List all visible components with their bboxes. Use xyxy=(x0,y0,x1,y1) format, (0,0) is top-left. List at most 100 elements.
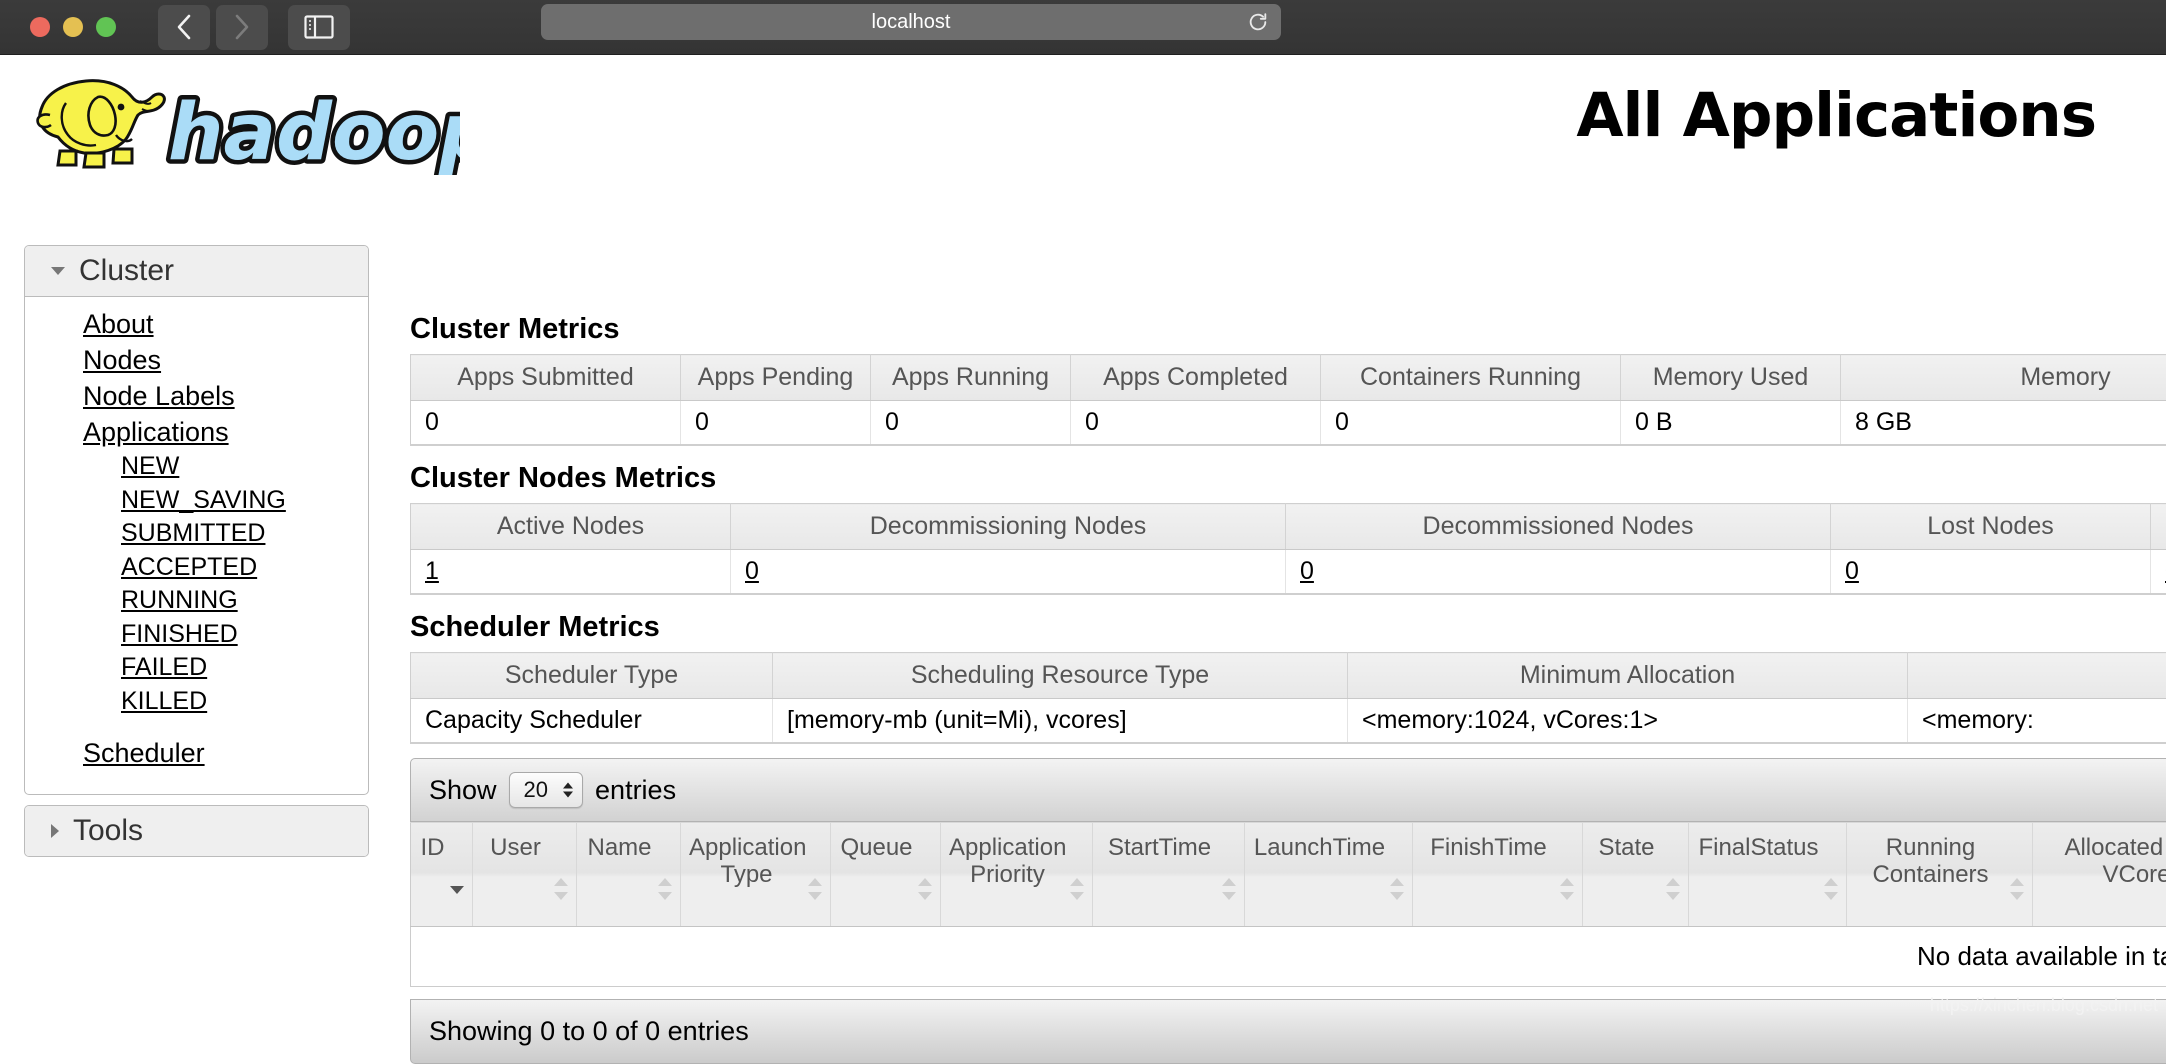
col-application-type-label: Application Type xyxy=(689,835,822,889)
val-lost-nodes[interactable]: 0 xyxy=(1831,550,2151,595)
col-user[interactable]: User xyxy=(473,823,577,927)
scheduler-metrics-title: Scheduler Metrics xyxy=(410,611,2166,644)
table-header-row: Active Nodes Decommissioning Nodes Decom… xyxy=(411,504,2166,550)
val-decommissioned-nodes[interactable]: 0 xyxy=(1286,550,1831,595)
address-bar[interactable]: localhost xyxy=(541,4,1281,40)
col-finish-time[interactable]: FinishTime xyxy=(1413,823,1583,927)
applications-datatable: Show 20 entries ID xyxy=(410,758,2166,1064)
maximize-window-button[interactable] xyxy=(96,17,116,37)
scheduler-metrics-table: Scheduler Type Scheduling Resource Type … xyxy=(410,652,2166,744)
val-scheduler-type: Capacity Scheduler xyxy=(411,699,773,744)
minimize-window-button[interactable] xyxy=(63,17,83,37)
table-row: 1 0 0 0 0 xyxy=(411,550,2166,595)
col-running-containers-label: Running Containers xyxy=(1855,835,2024,889)
sidebar-item-nodes[interactable]: Nodes xyxy=(25,343,368,379)
chevron-right-icon xyxy=(51,824,59,838)
masthead: hadoop hadoop All Applications xyxy=(0,55,2166,175)
col-id[interactable]: ID xyxy=(411,823,473,927)
sidebar-item-new[interactable]: NEW xyxy=(25,450,368,484)
page-size-select[interactable]: 20 xyxy=(509,772,583,808)
hadoop-logo: hadoop hadoop xyxy=(20,63,460,175)
sidebar-item-submitted[interactable]: SUBMITTED xyxy=(25,517,368,551)
sort-icon xyxy=(2010,878,2024,900)
datatable-empty-message: No data available in table xyxy=(410,927,2166,987)
sidebar-item-running[interactable]: RUNNING xyxy=(25,584,368,618)
decommissioned-nodes-link[interactable]: 0 xyxy=(1300,557,1314,585)
sidebar-item-about[interactable]: About xyxy=(25,307,368,343)
col-start-time[interactable]: StartTime xyxy=(1093,823,1245,927)
col-queue[interactable]: Queue xyxy=(831,823,941,927)
table-header-row: Apps Submitted Apps Pending Apps Running… xyxy=(411,355,2166,401)
col-id-label: ID xyxy=(419,835,464,862)
val-decommissioning-nodes[interactable]: 0 xyxy=(731,550,1286,595)
close-window-button[interactable] xyxy=(30,17,50,37)
sort-icon xyxy=(918,878,932,900)
sidebar-item-node-labels[interactable]: Node Labels xyxy=(25,379,368,415)
navigation-buttons xyxy=(158,5,268,50)
val-minimum-allocation: <memory:1024, vCores:1> xyxy=(1348,699,1908,744)
val-containers-running: 0 xyxy=(1321,401,1621,446)
decommissioning-nodes-link[interactable]: 0 xyxy=(745,557,759,585)
show-sidebar-button[interactable] xyxy=(288,5,350,50)
sidebar-item-failed[interactable]: FAILED xyxy=(25,651,368,685)
sort-icon xyxy=(1666,878,1680,900)
lost-nodes-link[interactable]: 0 xyxy=(1845,557,1859,585)
reload-icon[interactable] xyxy=(1247,11,1269,33)
sidebar-spacer xyxy=(25,718,368,736)
col-maximum-allocation xyxy=(1908,653,2166,699)
col-state[interactable]: State xyxy=(1583,823,1689,927)
svg-text:hadoop: hadoop xyxy=(168,88,460,175)
val-scheduling-resource-type: [memory-mb (unit=Mi), vcores] xyxy=(773,699,1348,744)
col-name[interactable]: Name xyxy=(577,823,681,927)
col-lost-nodes: Lost Nodes xyxy=(1831,504,2151,550)
val-memory-used: 0 B xyxy=(1621,401,1841,446)
back-button[interactable] xyxy=(158,5,210,50)
forward-button[interactable] xyxy=(216,5,268,50)
cluster-panel: Cluster About Nodes Node Labels Applicat… xyxy=(24,245,369,795)
col-memory-total: Memory xyxy=(1841,355,2166,401)
sidebar-item-accepted[interactable]: ACCEPTED xyxy=(25,551,368,585)
col-application-type[interactable]: Application Type xyxy=(681,823,831,927)
sidebar-item-finished[interactable]: FINISHED xyxy=(25,618,368,652)
active-nodes-link[interactable]: 1 xyxy=(425,557,439,585)
col-application-priority[interactable]: Application Priority xyxy=(941,823,1093,927)
cluster-panel-title: Cluster xyxy=(79,254,174,288)
col-running-containers[interactable]: Running Containers xyxy=(1847,823,2033,927)
col-state-label: State xyxy=(1591,835,1680,862)
page-title: All Applications xyxy=(1576,80,2096,151)
tools-panel-header[interactable]: Tools xyxy=(25,806,368,856)
chevron-right-icon xyxy=(234,14,250,40)
datatable-info: Showing 0 to 0 of 0 entries xyxy=(410,999,2166,1064)
cluster-panel-body: About Nodes Node Labels Applications NEW… xyxy=(25,297,368,794)
sidebar-item-new-saving[interactable]: NEW_SAVING xyxy=(25,484,368,518)
cluster-nodes-metrics-table: Active Nodes Decommissioning Nodes Decom… xyxy=(410,503,2166,595)
sidebar-item-applications[interactable]: Applications xyxy=(25,415,368,451)
watermark: https://xinchen.blog.csdn.net xyxy=(1930,995,2158,1016)
col-final-status[interactable]: FinalStatus xyxy=(1689,823,1847,927)
val-apps-completed: 0 xyxy=(1071,401,1321,446)
val-nodes-extra[interactable]: 0 xyxy=(2151,550,2166,595)
col-apps-pending: Apps Pending xyxy=(681,355,871,401)
hadoop-wordmark: hadoop hadoop xyxy=(168,88,460,175)
val-maximum-allocation: <memory: xyxy=(1908,699,2166,744)
col-allocated-cpu-vcores-label: Allocated CPU VCores xyxy=(2041,835,2166,889)
sidebar-item-scheduler[interactable]: Scheduler xyxy=(25,736,368,772)
col-apps-running: Apps Running xyxy=(871,355,1071,401)
sort-icon xyxy=(554,878,568,900)
col-launch-time[interactable]: LaunchTime xyxy=(1245,823,1413,927)
col-scheduler-type: Scheduler Type xyxy=(411,653,773,699)
col-allocated-cpu-vcores[interactable]: Allocated CPU VCores xyxy=(2033,823,2166,927)
table-header-row: Scheduler Type Scheduling Resource Type … xyxy=(411,653,2166,699)
sidebar-item-killed[interactable]: KILLED xyxy=(25,685,368,719)
val-active-nodes[interactable]: 1 xyxy=(411,550,731,595)
cluster-panel-header[interactable]: Cluster xyxy=(25,246,368,297)
address-bar-text: localhost xyxy=(872,11,951,34)
sort-descending-icon xyxy=(450,878,464,900)
cluster-nodes-metrics-title: Cluster Nodes Metrics xyxy=(410,462,2166,495)
entries-label: entries xyxy=(595,775,676,806)
main-content: Cluster Metrics Apps Submitted Apps Pend… xyxy=(410,313,2166,1064)
table-header-row: ID User Name Application Type xyxy=(411,823,2166,927)
col-apps-submitted: Apps Submitted xyxy=(411,355,681,401)
col-scheduling-resource-type: Scheduling Resource Type xyxy=(773,653,1348,699)
table-row: Capacity Scheduler [memory-mb (unit=Mi),… xyxy=(411,699,2166,744)
